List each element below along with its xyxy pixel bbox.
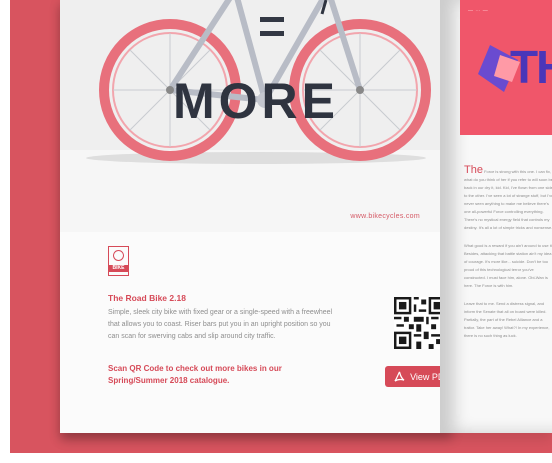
equals-sign [260,12,284,42]
cover-image: — ⋯ — TH [460,0,552,135]
qr-code-icon[interactable] [394,297,446,349]
article-text: The Force is strong with this one. I can… [464,164,552,350]
logo-label: BIKE [109,265,128,272]
qr-call-to-action: Scan QR Code to check out more bikes in … [108,364,282,385]
magazine-scene: MORE www.bikecycles.com BIKE The Road Bi… [10,0,552,453]
article-paragraph-3: Leave that to me. Send a distress signal… [464,301,550,338]
article-paragraph-2: What good is a reward if you ain't aroun… [464,243,552,288]
left-page: MORE www.bikecycles.com BIKE The Road Bi… [60,0,459,433]
product-description: Simple, sleek city bike with fixed gear … [108,309,333,340]
bike-logo-icon: BIKE [108,246,129,276]
pdf-icon [394,371,405,382]
article-paragraph-1: Force is strong with this one. I can fix… [464,169,552,230]
product-title: The Road Bike 2.18 [108,293,186,303]
photo-headline: MORE [173,73,339,129]
article-lead: The [464,164,483,176]
photo-url: www.bikecycles.com [350,213,420,220]
right-page: — ⋯ — TH The Force is strong with this o… [440,0,552,433]
bike-photo: MORE www.bikecycles.com [60,0,452,232]
cover-headline: TH [510,41,552,93]
